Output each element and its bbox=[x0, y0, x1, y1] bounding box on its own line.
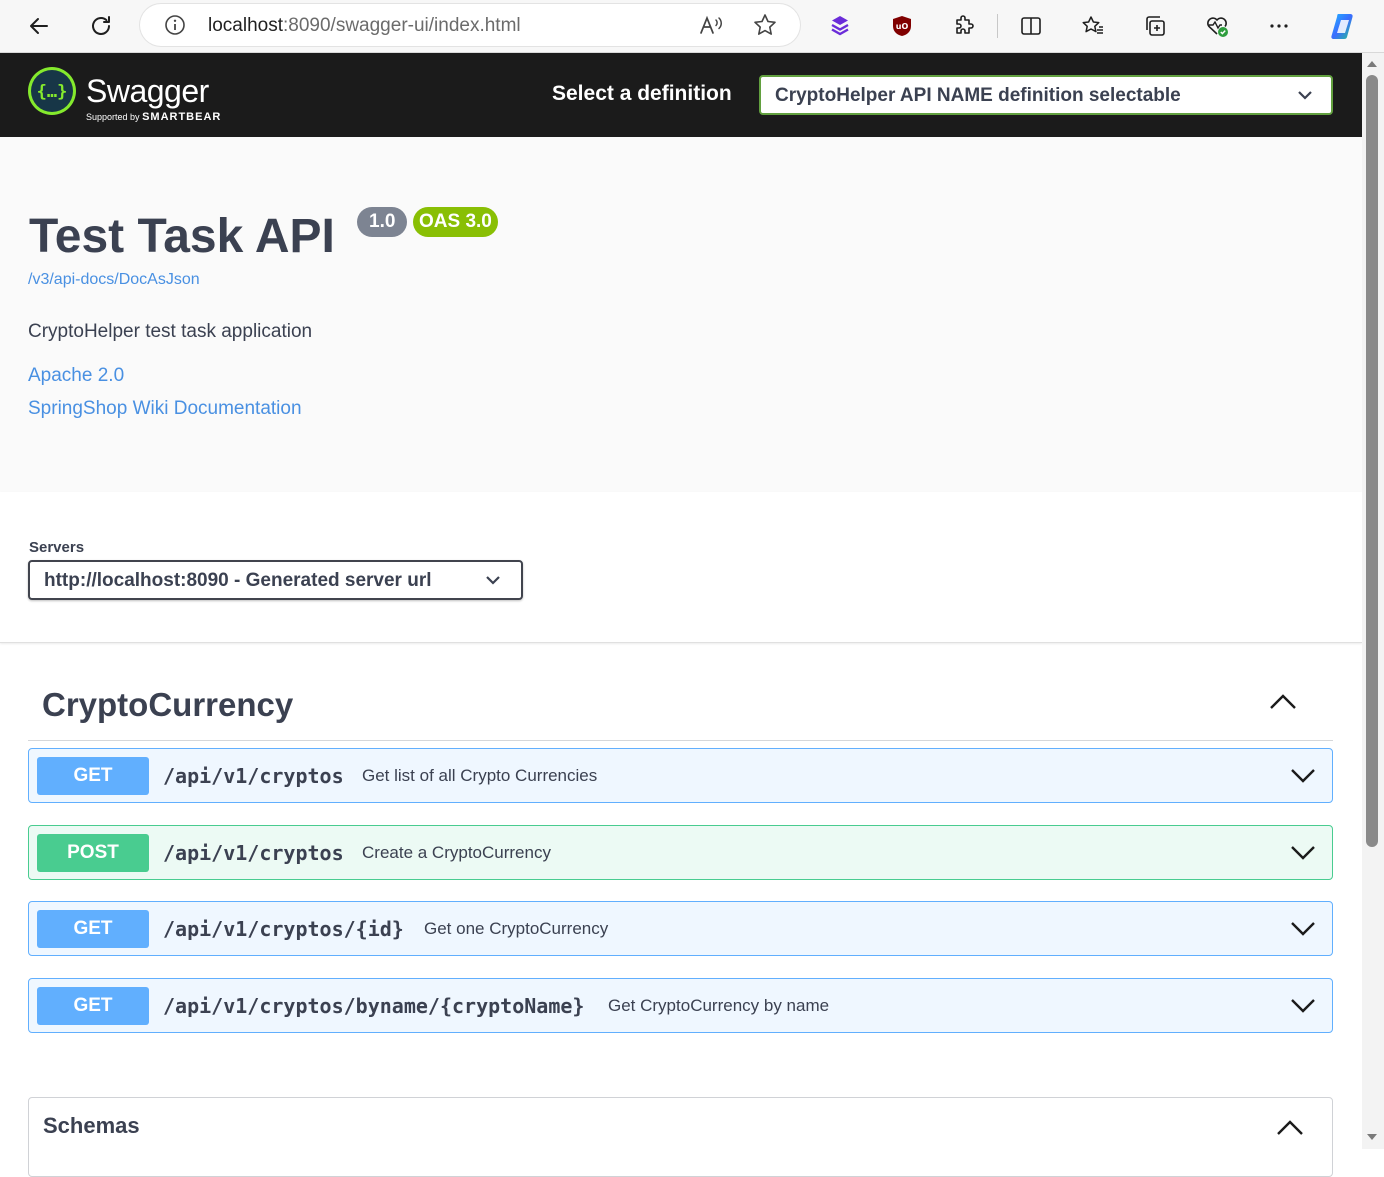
definition-selected-value: CryptoHelper API NAME definition selecta… bbox=[775, 85, 1181, 106]
svg-text:uO: uO bbox=[896, 22, 909, 31]
chevron-down-icon[interactable] bbox=[1290, 918, 1316, 938]
operation-get-crypto-by-id[interactable]: GET /api/v1/cryptos/{id} Get one CryptoC… bbox=[28, 901, 1333, 956]
chevron-down-icon[interactable] bbox=[1290, 765, 1316, 785]
operation-get-cryptos[interactable]: GET /api/v1/cryptos Get list of all Cryp… bbox=[28, 748, 1333, 803]
chevron-down-icon bbox=[486, 576, 500, 585]
method-badge: GET bbox=[37, 910, 149, 948]
method-badge: POST bbox=[37, 834, 149, 872]
operation-summary: Get one CryptoCurrency bbox=[424, 919, 609, 938]
servers-label: Servers bbox=[29, 539, 85, 556]
read-aloud-icon[interactable] bbox=[698, 12, 724, 38]
chevron-down-icon bbox=[1298, 91, 1312, 100]
split-screen-icon[interactable] bbox=[1013, 8, 1049, 44]
extensions-puzzle-icon[interactable] bbox=[946, 8, 982, 44]
external-docs-link[interactable]: SpringShop Wiki Documentation bbox=[28, 398, 302, 420]
schemas-section[interactable]: Schemas bbox=[28, 1097, 1333, 1177]
tag-title[interactable]: CryptoCurrency bbox=[42, 686, 293, 724]
back-arrow-icon bbox=[30, 18, 48, 34]
back-button[interactable] bbox=[21, 8, 57, 44]
oas-version-badge: OAS 3.0 bbox=[413, 207, 498, 237]
scrollbar-thumb[interactable] bbox=[1366, 75, 1378, 847]
operation-summary: Get CryptoCurrency by name bbox=[608, 996, 830, 1015]
scroll-down-arrow-icon[interactable] bbox=[1366, 1132, 1378, 1142]
page-scrollbar[interactable] bbox=[1362, 53, 1384, 1149]
refresh-button[interactable] bbox=[83, 8, 119, 44]
swagger-logo-icon[interactable]: {…} bbox=[28, 67, 76, 115]
chevron-down-icon[interactable] bbox=[1290, 842, 1316, 862]
collections-icon[interactable] bbox=[1137, 8, 1173, 44]
schemas-label: Schemas bbox=[43, 1113, 140, 1138]
operation-path: /api/v1/cryptos/{id} bbox=[163, 917, 404, 941]
url-text[interactable]: localhost:8090/swagger-ui/index.html bbox=[208, 15, 521, 37]
operation-get-crypto-by-name[interactable]: GET /api/v1/cryptos/byname/{cryptoName} … bbox=[28, 978, 1333, 1033]
version-badge: 1.0 bbox=[357, 207, 408, 237]
operation-summary: Create a CryptoCurrency bbox=[362, 843, 551, 862]
supported-by-text: Supported by bbox=[86, 112, 140, 122]
address-bar[interactable]: localhost:8090/swagger-ui/index.html bbox=[140, 4, 800, 46]
api-title: Test Task API bbox=[29, 210, 335, 263]
operation-path: /api/v1/cryptos bbox=[163, 764, 344, 788]
swagger-logo-text[interactable]: Swagger bbox=[86, 73, 209, 110]
servers-section: Servers http://localhost:8090 - Generate… bbox=[0, 492, 1362, 643]
license-link[interactable]: Apache 2.0 bbox=[28, 365, 124, 387]
refresh-icon bbox=[92, 16, 110, 35]
api-description: CryptoHelper test task application bbox=[28, 321, 313, 342]
site-info-icon[interactable] bbox=[164, 14, 186, 36]
chevron-up-icon[interactable] bbox=[1268, 690, 1298, 714]
browser-essentials-icon[interactable] bbox=[1199, 8, 1235, 44]
definition-select[interactable]: CryptoHelper API NAME definition selecta… bbox=[759, 75, 1333, 115]
copilot-icon[interactable] bbox=[1326, 8, 1362, 44]
tag-divider bbox=[28, 740, 1333, 741]
ublock-icon[interactable]: uO bbox=[884, 8, 920, 44]
api-docs-link[interactable]: /v3/api-docs/DocAsJson bbox=[28, 271, 200, 289]
extension-stack-icon[interactable] bbox=[822, 8, 858, 44]
smartbear-brand: SMARTBEAR bbox=[142, 111, 222, 123]
server-select[interactable]: http://localhost:8090 - Generated server… bbox=[28, 560, 523, 600]
favorite-star-icon[interactable] bbox=[752, 12, 778, 38]
operation-summary: Get list of all Crypto Currencies bbox=[362, 766, 598, 785]
url-path: :8090/swagger-ui/index.html bbox=[283, 15, 521, 36]
operation-path: /api/v1/cryptos/byname/{cryptoName} bbox=[163, 994, 585, 1018]
operation-post-cryptos[interactable]: POST /api/v1/cryptos Create a CryptoCurr… bbox=[28, 825, 1333, 880]
operation-path: /api/v1/cryptos bbox=[163, 841, 344, 865]
svg-text:{…}: {…} bbox=[37, 82, 68, 102]
toolbar-separator bbox=[997, 14, 998, 38]
scroll-up-arrow-icon[interactable] bbox=[1366, 59, 1378, 69]
smartbear-tagline: Supported by SMARTBEAR bbox=[86, 111, 221, 123]
chevron-up-icon[interactable] bbox=[1276, 1118, 1304, 1138]
chevron-down-icon[interactable] bbox=[1290, 995, 1316, 1015]
server-selected-value: http://localhost:8090 - Generated server… bbox=[44, 570, 432, 591]
more-options-icon[interactable] bbox=[1261, 8, 1297, 44]
definition-label: Select a definition bbox=[552, 82, 732, 105]
favorites-icon[interactable] bbox=[1075, 8, 1111, 44]
browser-toolbar: localhost:8090/swagger-ui/index.html uO bbox=[0, 0, 1384, 53]
url-host: localhost bbox=[208, 15, 283, 36]
method-badge: GET bbox=[37, 757, 149, 795]
method-badge: GET bbox=[37, 987, 149, 1025]
swagger-topbar: {…} Swagger Supported by SMARTBEAR Selec… bbox=[0, 53, 1362, 137]
api-info-section: Test Task API 1.0 OAS 3.0 /v3/api-docs/D… bbox=[0, 137, 1362, 492]
